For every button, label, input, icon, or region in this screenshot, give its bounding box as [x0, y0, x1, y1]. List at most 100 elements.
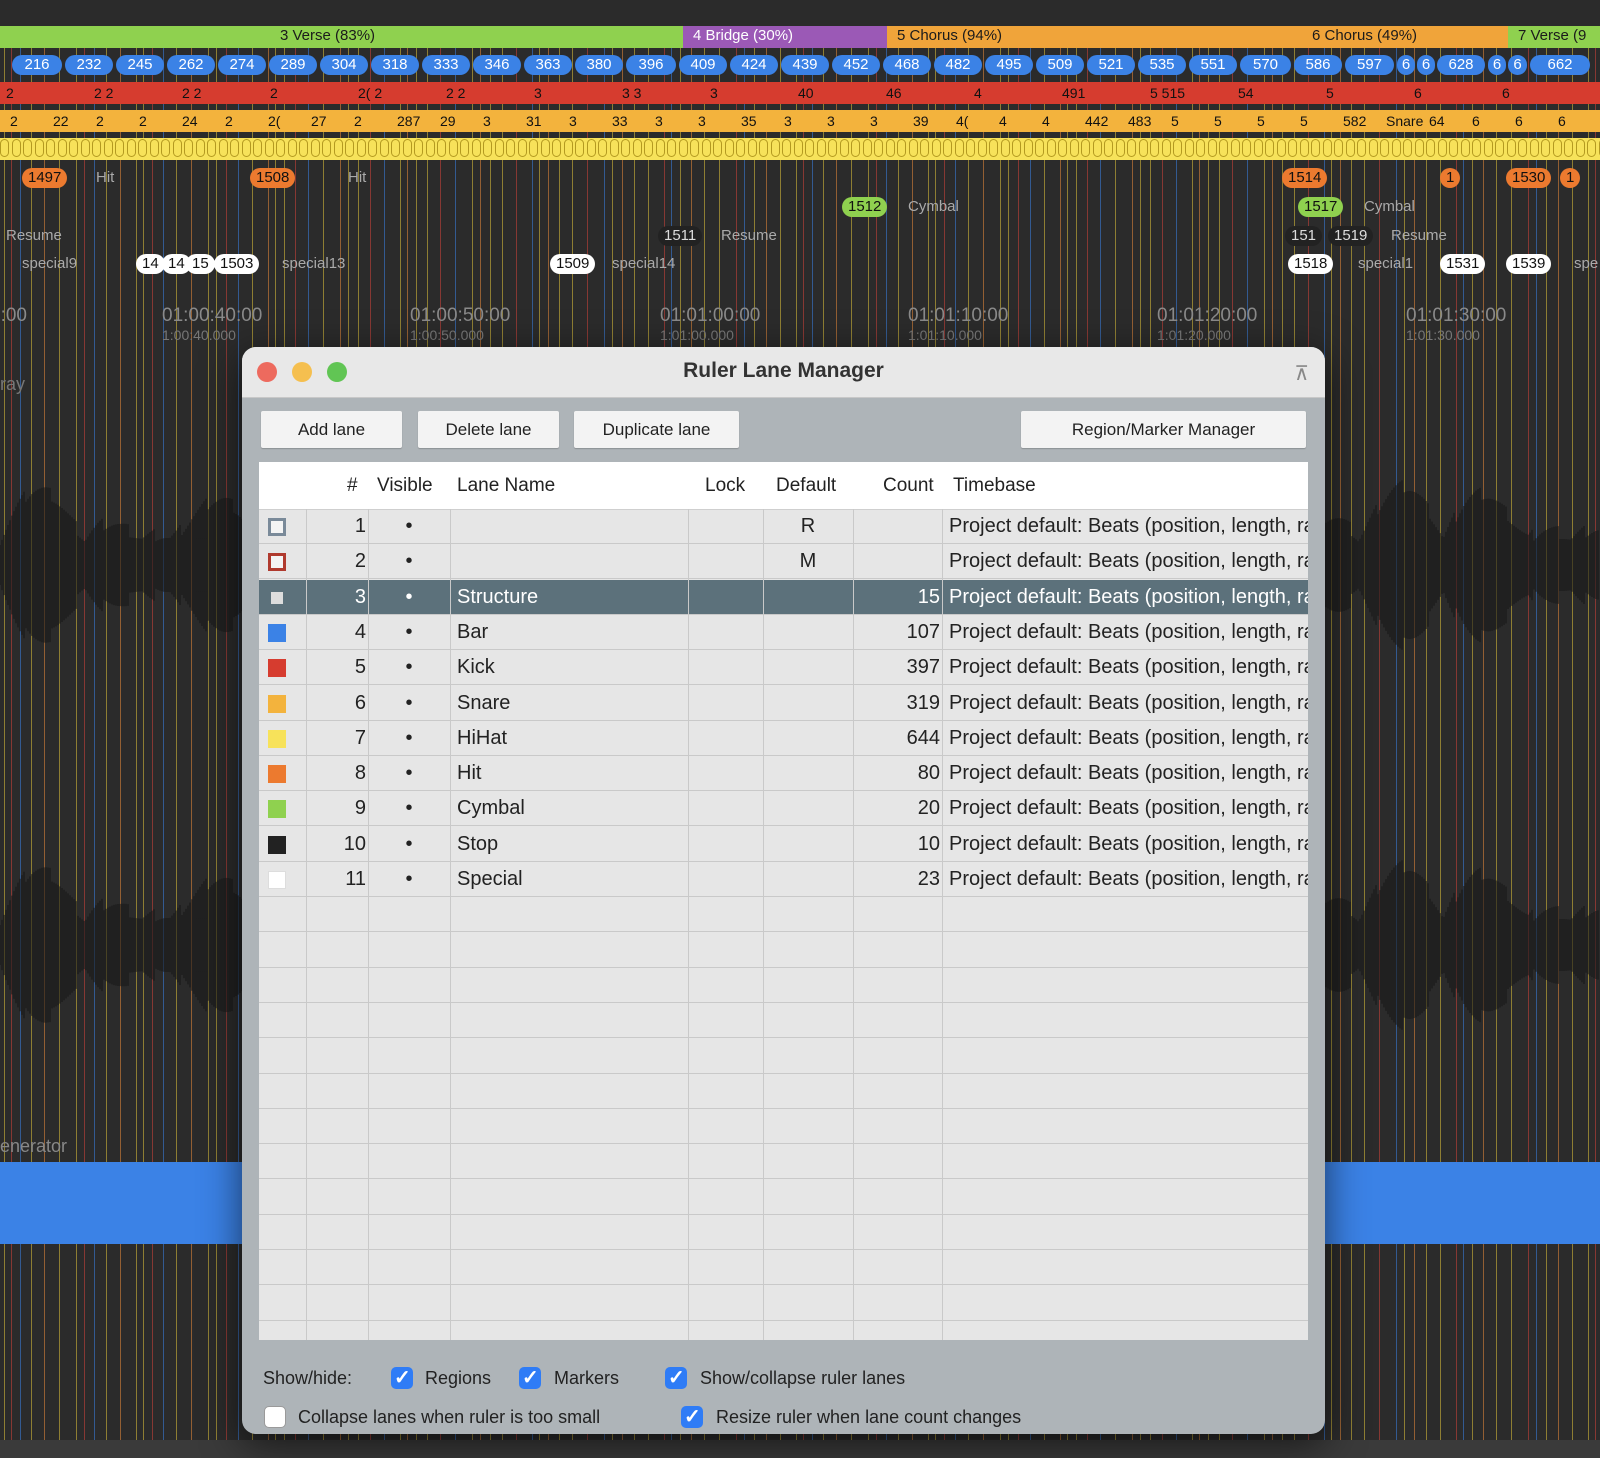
hihat-marker[interactable]: [1242, 139, 1251, 157]
bar-marker[interactable]: 495: [985, 55, 1033, 75]
hit-marker[interactable]: 1514: [1282, 168, 1328, 188]
hihat-marker[interactable]: [92, 139, 101, 157]
hihat-marker[interactable]: [437, 139, 446, 157]
lock-toggle[interactable]: [690, 827, 762, 862]
table-row[interactable]: 2 • M Project default: Beats (position, len…: [259, 544, 1308, 580]
hihat-marker[interactable]: [874, 139, 883, 157]
hihat-marker[interactable]: [356, 139, 366, 157]
kick-marker[interactable]: 491: [1058, 83, 1089, 103]
snare-marker[interactable]: 483: [1124, 111, 1155, 131]
default-value[interactable]: [765, 791, 851, 826]
hihat-marker[interactable]: [1069, 139, 1079, 157]
hihat-marker[interactable]: [1115, 139, 1125, 157]
hihat-marker[interactable]: [1529, 139, 1539, 157]
bar-marker[interactable]: 333: [422, 55, 470, 75]
table-row[interactable]: [259, 897, 1308, 933]
hihat-marker[interactable]: [161, 139, 170, 157]
hihat-marker[interactable]: [1092, 139, 1102, 157]
kick-marker[interactable]: 3: [706, 83, 722, 103]
column-header-timebase[interactable]: Timebase: [953, 475, 1036, 497]
hihat-marker[interactable]: [989, 139, 998, 157]
hihat-marker[interactable]: [931, 139, 941, 157]
snare-marker[interactable]: 6: [1554, 111, 1570, 131]
table-row[interactable]: 1 • R Project default: Beats (position, len…: [259, 509, 1308, 544]
special-marker[interactable]: spe: [1568, 254, 1600, 274]
lane-table[interactable]: # Visible Lane Name Lock Default Count T…: [259, 462, 1308, 1340]
hihat-marker[interactable]: [1104, 139, 1113, 157]
lane-color-swatch[interactable]: [268, 518, 286, 536]
hihat-marker[interactable]: [977, 139, 987, 157]
lane-name[interactable]: HiHat: [457, 721, 687, 756]
hihat-marker[interactable]: [1380, 139, 1389, 157]
kick-marker[interactable]: 40: [794, 83, 818, 103]
hihat-marker[interactable]: [713, 139, 722, 157]
lane-name[interactable]: Structure: [457, 580, 687, 615]
hihat-marker[interactable]: [414, 139, 423, 157]
cymbal-lane[interactable]: 1512 Cymbal 1517 Cymbal: [0, 195, 1600, 219]
column-header-default[interactable]: Default: [776, 475, 836, 497]
add-lane-button[interactable]: Add lane: [261, 411, 402, 448]
hihat-marker[interactable]: [1345, 139, 1355, 157]
lane-color-swatch[interactable]: [268, 694, 286, 713]
special-marker[interactable]: 1518: [1288, 254, 1334, 274]
special-marker[interactable]: 1509: [550, 254, 596, 274]
hihat-marker[interactable]: [253, 139, 262, 157]
hihat-marker[interactable]: [1403, 139, 1412, 157]
stop-marker[interactable]: 1519: [1328, 226, 1374, 246]
hihat-marker[interactable]: [69, 139, 78, 157]
special-marker[interactable]: 1539: [1506, 254, 1552, 274]
timebase-value[interactable]: Project default: Beats (position, length…: [949, 544, 1308, 579]
bar-marker[interactable]: 232: [65, 55, 113, 75]
visible-toggle[interactable]: •: [370, 791, 448, 826]
hihat-marker[interactable]: [1230, 139, 1240, 157]
hit-marker[interactable]: 1508: [250, 168, 296, 188]
snare-marker[interactable]: 5: [1210, 111, 1226, 131]
hihat-marker[interactable]: [598, 139, 607, 157]
lane-color-swatch[interactable]: [268, 729, 286, 748]
cymbal-marker[interactable]: Cymbal: [1358, 197, 1421, 217]
visible-toggle[interactable]: •: [370, 650, 448, 685]
hihat-marker[interactable]: [655, 139, 665, 157]
snare-marker[interactable]: 27: [307, 111, 331, 131]
lock-toggle[interactable]: [690, 509, 762, 544]
lock-toggle[interactable]: [690, 791, 762, 826]
default-value[interactable]: [765, 615, 851, 650]
lock-toggle[interactable]: [690, 862, 762, 897]
structure-region[interactable]: 5 Chorus (94%): [887, 26, 1302, 48]
visible-toggle[interactable]: •: [370, 686, 448, 721]
delete-lane-button[interactable]: Delete lane: [418, 411, 559, 448]
lock-toggle[interactable]: [690, 615, 762, 650]
bar-marker[interactable]: 409: [679, 55, 727, 75]
snare-marker[interactable]: 2: [92, 111, 108, 131]
lock-toggle[interactable]: [690, 650, 762, 685]
hihat-marker[interactable]: [1414, 139, 1424, 157]
kick-marker[interactable]: 3: [530, 83, 546, 103]
cymbal-marker[interactable]: 1512: [842, 197, 888, 217]
snare-marker[interactable]: 31: [522, 111, 546, 131]
special-marker[interactable]: special1: [1352, 254, 1419, 274]
special-marker[interactable]: 15: [186, 254, 215, 274]
hihat-marker[interactable]: [1000, 139, 1010, 157]
bar-marker[interactable]: 452: [832, 55, 880, 75]
hihat-marker[interactable]: [1311, 139, 1320, 157]
collapse-lanes-checkbox[interactable]: [264, 1406, 286, 1428]
hihat-marker[interactable]: [759, 139, 768, 157]
snare-marker[interactable]: 5: [1253, 111, 1269, 131]
lock-toggle[interactable]: [690, 686, 762, 721]
hihat-marker[interactable]: [241, 139, 251, 157]
hihat-marker[interactable]: [828, 139, 837, 157]
show-collapse-lanes-checkbox[interactable]: [665, 1365, 687, 1390]
hihat-marker[interactable]: [1322, 139, 1332, 157]
hihat-marker[interactable]: [1127, 139, 1136, 157]
hihat-marker[interactable]: [816, 139, 826, 157]
bar-marker[interactable]: 424: [730, 55, 778, 75]
structure-region[interactable]: 7 Verse (9: [1508, 26, 1600, 48]
hihat-marker[interactable]: [540, 139, 550, 157]
table-row[interactable]: [259, 1039, 1308, 1074]
kick-marker[interactable]: 2 2: [90, 83, 117, 103]
column-header-number[interactable]: #: [347, 475, 358, 497]
hihat-marker[interactable]: [632, 139, 642, 157]
hihat-marker[interactable]: [1460, 139, 1470, 157]
bar-lane[interactable]: 216 232 245 262 274 289 304 318 333 346 363 380 396 4…: [0, 53, 1600, 77]
bar-marker[interactable]: 6: [1488, 55, 1506, 75]
